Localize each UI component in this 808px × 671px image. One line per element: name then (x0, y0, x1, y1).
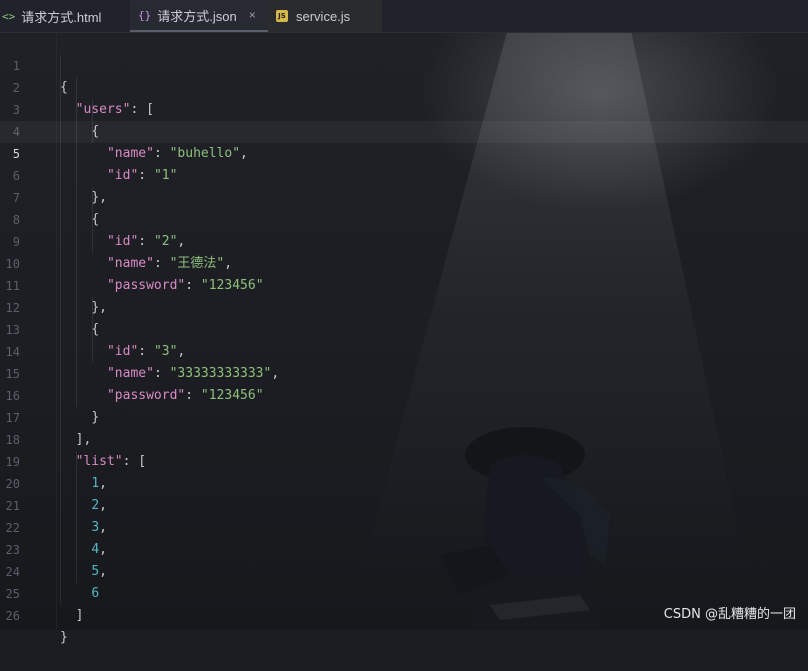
code-line[interactable]: 26 } (0, 583, 808, 645)
code-line[interactable]: 9 "name": "王德法", (0, 209, 808, 271)
code-line[interactable]: 15 "password": "123456" (0, 341, 808, 403)
code-line[interactable]: 25 ] (0, 561, 808, 623)
js-file-icon: JS (276, 10, 288, 22)
close-icon[interactable]: × (249, 8, 256, 22)
code-editor[interactable]: 1 { 2 "users": [ 3 { 4 "name": "buhello"… (0, 33, 808, 645)
code-line[interactable]: 1 { (0, 33, 808, 95)
code-line[interactable]: 13 "id": "3", (0, 297, 808, 359)
code-line[interactable]: 2 "users": [ (0, 55, 808, 117)
code-line[interactable]: 16 } (0, 363, 808, 425)
code-line[interactable]: 24 6 (0, 539, 808, 601)
code-line[interactable]: 4 "name": "buhello", (0, 99, 808, 161)
line-number: 26 (5, 609, 20, 623)
code-line[interactable]: 17 ], (0, 385, 808, 447)
code-line[interactable]: 12 { (0, 275, 808, 337)
code-line[interactable]: 3 { (0, 77, 808, 139)
code-line[interactable]: 14 "name": "33333333333", (0, 319, 808, 381)
editor-tab-bar: <> 请求方式.html {} 请求方式.json × JS service.j… (0, 0, 808, 33)
code-line[interactable]: 19 1, (0, 429, 808, 491)
json-file-icon: {} (138, 8, 152, 22)
tab-label: service.js (296, 8, 351, 24)
watermark-text: CSDN @乱糟糟的一团 (663, 607, 796, 622)
tab-label: 请求方式.html (21, 9, 102, 25)
html-file-icon: <> (2, 9, 16, 23)
code-line[interactable]: 21 3, (0, 473, 808, 535)
tab-label: 请求方式.json (157, 8, 237, 24)
code-line[interactable]: 11 }, (0, 253, 808, 315)
tab-js-file[interactable]: JS service.js (268, 0, 382, 32)
code-line[interactable]: 6 }, (0, 143, 808, 205)
code-line[interactable]: 22 4, (0, 495, 808, 557)
code-line[interactable]: 10 "password": "123456" (0, 231, 808, 293)
tab-json-file[interactable]: {} 请求方式.json × (130, 0, 268, 32)
code-line[interactable]: 8 "id": "2", (0, 187, 808, 249)
line-content: } (60, 630, 68, 645)
code-line-active[interactable]: 5 "id": "1" (0, 121, 808, 183)
tab-html-file[interactable]: <> 请求方式.html (0, 0, 130, 32)
code-line[interactable]: 23 5, (0, 517, 808, 579)
code-line[interactable]: 7 { (0, 165, 808, 227)
code-line[interactable]: 20 2, (0, 451, 808, 513)
code-line[interactable]: 18 "list": [ (0, 407, 808, 469)
line-content: ] (75, 608, 84, 623)
